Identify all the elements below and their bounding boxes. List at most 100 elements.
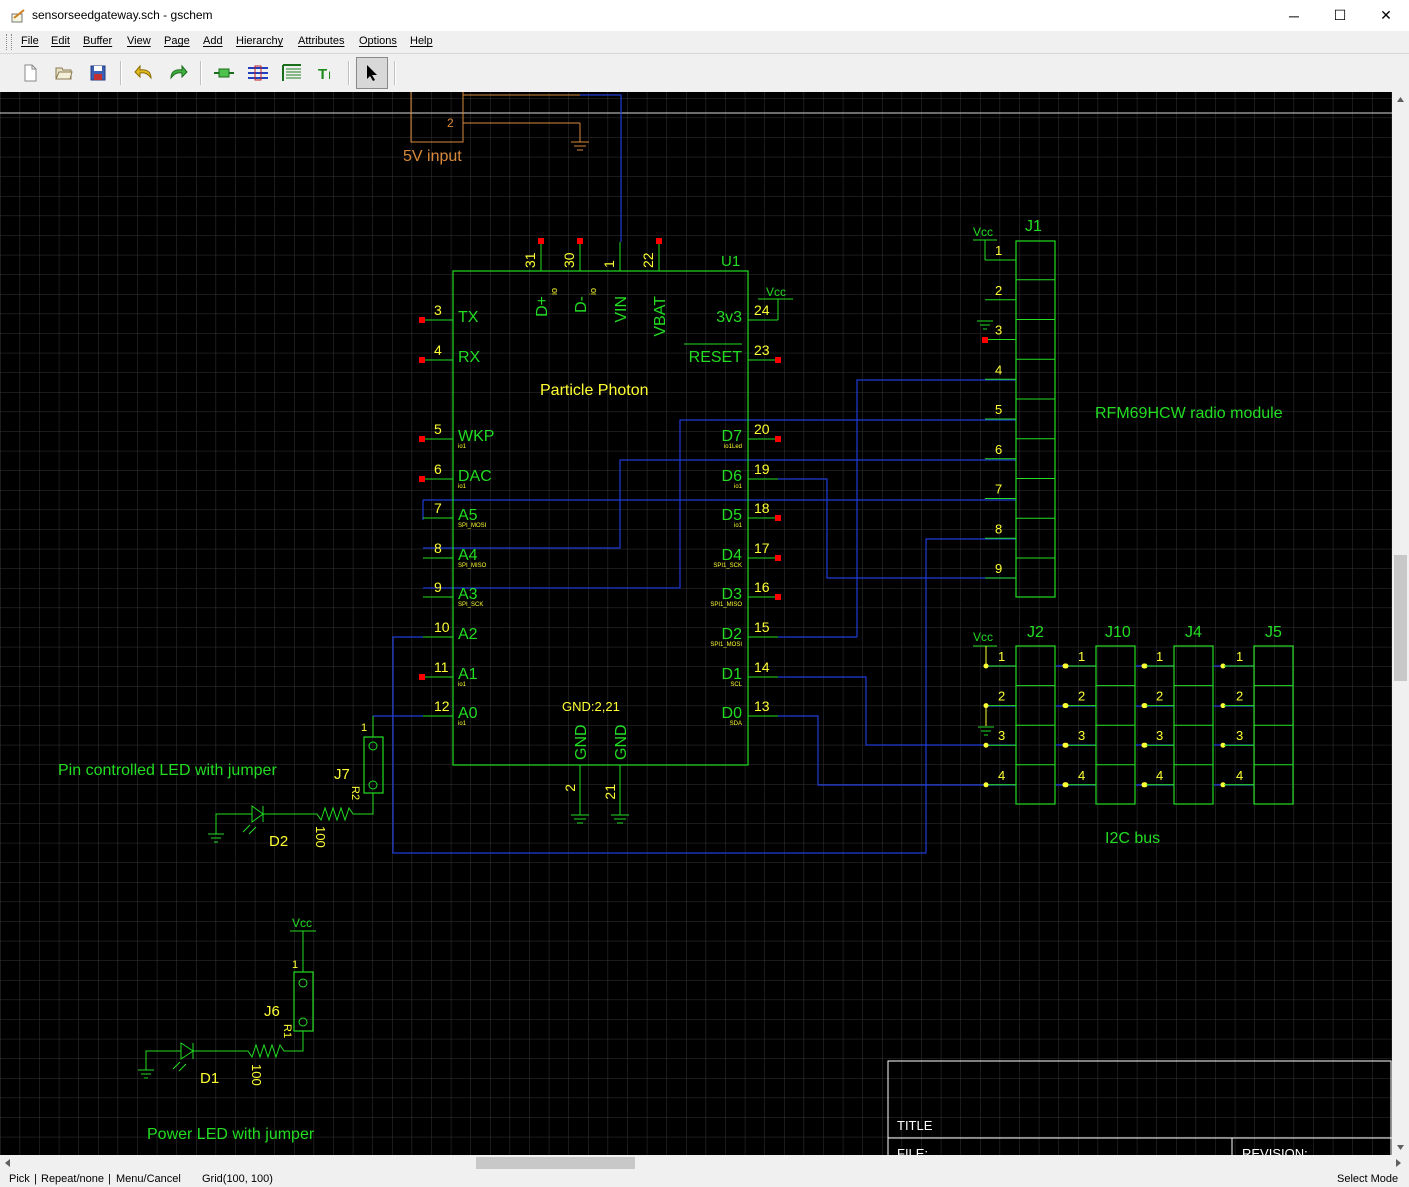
menu-attributes[interactable]: Attributes xyxy=(298,35,344,47)
menu-add[interactable]: Add xyxy=(203,35,223,47)
j1-pin-num: 2 xyxy=(995,283,1002,298)
menu-options[interactable]: Options xyxy=(359,35,397,47)
u1-right-pin-label: D3 xyxy=(722,586,743,603)
unconnected-pin-marker xyxy=(775,357,781,363)
u1-left-pin-label: RX xyxy=(458,349,481,366)
i2c-connector-refdes: J2 xyxy=(1027,624,1044,641)
d1-refdes: D1 xyxy=(200,1070,219,1087)
menu-hierarchy[interactable]: Hierarchy xyxy=(236,35,283,47)
vcc-label-3v3: Vcc xyxy=(766,285,786,299)
minimize-button[interactable]: ─ xyxy=(1271,0,1317,31)
u1-top-pin-num: 31 xyxy=(522,252,538,268)
junction-dot xyxy=(1063,742,1069,748)
title-block-title: TITLE xyxy=(897,1118,933,1133)
status-bar: Pick | Repeat/none | Menu/Cancel Grid(10… xyxy=(0,1171,1409,1187)
u1-left-pin-sub: SPI_MOSI xyxy=(458,523,487,529)
i2c-description: I2C bus xyxy=(1105,830,1160,847)
u1-top-pin-num: 1 xyxy=(601,260,617,268)
junction-dot xyxy=(1141,742,1147,748)
add-component-icon[interactable] xyxy=(210,59,238,87)
i2c-connector-refdes: J5 xyxy=(1265,624,1282,641)
unconnected-pin-marker xyxy=(419,317,425,323)
j1-pin-num: 4 xyxy=(995,362,1002,377)
menu-buffer[interactable]: Buffer xyxy=(83,35,112,47)
scroll-up-icon xyxy=(1397,97,1404,102)
i2c-pin-num: 3 xyxy=(1078,728,1085,743)
status-pick: Pick xyxy=(9,1173,30,1185)
title-bar: sensorseedgateway.sch - gschem ─ ☐ ✕ xyxy=(0,0,1409,31)
u1-top-pin-sub: io xyxy=(588,288,598,295)
u1-right-pin-num: 15 xyxy=(754,619,770,635)
add-bus-icon[interactable] xyxy=(278,59,306,87)
u1-left-pin-num: 4 xyxy=(434,342,442,358)
title-block-revision: REVISION: xyxy=(1242,1146,1308,1155)
add-text-icon[interactable]: TI xyxy=(312,59,340,87)
u1-top-pin-label: D+ xyxy=(534,296,551,317)
title-block-file: FILE: xyxy=(897,1146,928,1155)
menu-edit[interactable]: Edit xyxy=(51,35,70,47)
u1-left-pin-label: A2 xyxy=(458,626,478,643)
j1-pin-num: 5 xyxy=(995,402,1002,417)
d2-refdes: D2 xyxy=(269,833,288,850)
j7-refdes: J7 xyxy=(334,766,350,783)
new-page-icon[interactable] xyxy=(16,59,44,87)
schematic-canvas[interactable]: 2 5V input U1 Particle Photon GND:2,21 3… xyxy=(0,92,1392,1155)
i2c-pin-num: 2 xyxy=(1236,689,1243,704)
r1-value: 100 xyxy=(249,1064,264,1086)
junction-dot xyxy=(1141,663,1147,669)
u1-right-pin-sub: io1 xyxy=(734,484,743,490)
u1-bottom-pin-label: GND xyxy=(613,724,630,760)
open-icon[interactable] xyxy=(50,59,78,87)
close-button[interactable]: ✕ xyxy=(1363,0,1409,31)
u1-name: Particle Photon xyxy=(540,382,649,399)
status-mode: Select Mode xyxy=(1337,1173,1399,1185)
undo-icon[interactable] xyxy=(130,59,158,87)
u1-right-pin-label: D7 xyxy=(722,428,743,445)
i2c-pin-num: 4 xyxy=(1236,768,1243,783)
horizontal-scrollbar[interactable] xyxy=(0,1155,1409,1171)
unconnected-pin-marker xyxy=(656,238,662,244)
u1-left-pin-sub: io1 xyxy=(458,444,467,450)
u1-left-pin-label: DAC xyxy=(458,468,492,485)
menu-help[interactable]: Help xyxy=(410,35,433,47)
add-net-icon[interactable] xyxy=(244,59,272,87)
menu-view[interactable]: View xyxy=(127,35,151,47)
menu-page[interactable]: Page xyxy=(164,35,190,47)
u1-right-pin-sub: SPI1_SCK xyxy=(713,563,742,569)
i2c-pin-num: 3 xyxy=(1156,728,1163,743)
i2c-pin-num: 1 xyxy=(998,649,1005,664)
u1-left-pin-label: TX xyxy=(458,309,479,326)
i2c-pin-num: 3 xyxy=(1236,728,1243,743)
save-icon[interactable] xyxy=(84,59,112,87)
i2c-pin-num: 4 xyxy=(1156,768,1163,783)
junction-dot xyxy=(983,782,989,788)
vertical-scroll-thumb xyxy=(1394,555,1407,681)
select-arrow-icon[interactable] xyxy=(356,57,388,89)
unconnected-pin-marker xyxy=(775,594,781,600)
u1-right-pin-label: D1 xyxy=(722,666,743,683)
junction-dot xyxy=(1063,782,1069,788)
junction-dot xyxy=(1063,703,1069,709)
u1-left-pin-num: 5 xyxy=(434,421,442,437)
r1-refdes: R1 xyxy=(281,1024,293,1038)
u1-left-pin-num: 10 xyxy=(434,619,450,635)
menu-file[interactable]: File xyxy=(21,35,39,47)
j1-pin-num: 9 xyxy=(995,561,1002,576)
r2-value: 100 xyxy=(313,826,328,848)
vertical-scrollbar[interactable] xyxy=(1392,92,1409,1155)
u1-right-pin-label: RESET xyxy=(689,349,743,366)
u1-left-pin-sub: io1 xyxy=(458,682,467,688)
u1-top-pin-num: 30 xyxy=(561,252,577,268)
maximize-button[interactable]: ☐ xyxy=(1317,0,1363,31)
unconnected-pin-marker xyxy=(419,476,425,482)
redo-icon[interactable] xyxy=(164,59,192,87)
u1-right-pin-label: D5 xyxy=(722,507,743,524)
u1-top-pin-label: VIN xyxy=(613,296,630,323)
vcc-label-j6: Vcc xyxy=(292,916,312,930)
u1-left-pin-num: 8 xyxy=(434,540,442,556)
u1-left-pin-sub: SPI_MISO xyxy=(458,563,487,569)
unconnected-pin-marker xyxy=(419,674,425,680)
u1-right-pin-sub: SPI1_MISO xyxy=(710,602,742,608)
schematic-drawing[interactable]: 2 5V input U1 Particle Photon GND:2,21 3… xyxy=(0,92,1392,1155)
u1-right-pin-label: D6 xyxy=(722,468,743,485)
